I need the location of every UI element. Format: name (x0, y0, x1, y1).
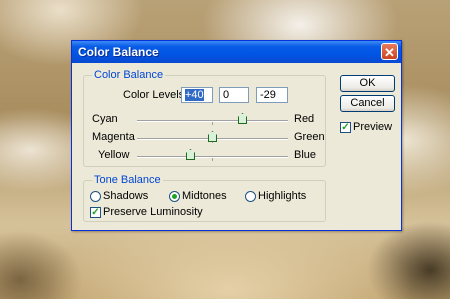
color-balance-group: Color Balance Color Levels: +40 0 -29 Cy… (83, 69, 326, 167)
cancel-button[interactable]: Cancel (340, 95, 395, 112)
preserve-luminosity-label[interactable]: Preserve Luminosity (103, 206, 203, 218)
highlights-radio[interactable] (245, 191, 256, 202)
check-icon: ✓ (341, 122, 350, 133)
red-label: Red (294, 113, 315, 125)
yellow-label: Yellow (98, 149, 130, 161)
title-bar[interactable]: Color Balance ✕ (72, 41, 401, 63)
cyan-red-center-tick (212, 122, 213, 125)
tone-balance-group: Tone Balance Shadows Midtones Highlights… (83, 174, 326, 222)
green-label: Green (294, 131, 325, 143)
cyan-red-slider-thumb[interactable] (238, 113, 247, 124)
preview-label[interactable]: Preview (353, 121, 392, 133)
shadows-label[interactable]: Shadows (103, 190, 148, 202)
cyan-label: Cyan (92, 113, 118, 125)
ok-button[interactable]: OK (340, 75, 395, 92)
yellow-blue-slider-thumb[interactable] (186, 149, 195, 160)
check-icon: ✓ (91, 207, 100, 218)
magenta-label: Magenta (92, 131, 135, 143)
close-button[interactable]: ✕ (381, 43, 398, 60)
dialog-title: Color Balance (78, 45, 159, 59)
magenta-green-slider-thumb[interactable] (208, 131, 217, 142)
preserve-luminosity-checkbox[interactable]: ✓ (90, 207, 101, 218)
level-magenta-green-field[interactable]: 0 (219, 87, 249, 103)
yellow-blue-center-tick (212, 158, 213, 161)
midtones-radio[interactable] (169, 191, 180, 202)
highlights-label[interactable]: Highlights (258, 190, 306, 202)
color-levels-label: Color Levels: (123, 89, 188, 101)
midtones-label[interactable]: Midtones (182, 190, 227, 202)
level-cyan-red-field[interactable]: +40 (181, 87, 213, 103)
color-balance-legend: Color Balance (92, 69, 166, 81)
level-yellow-blue-field[interactable]: -29 (256, 87, 288, 103)
color-balance-dialog: Color Balance ✕ Color Balance Color Leve… (71, 40, 402, 231)
tone-balance-legend: Tone Balance (92, 174, 163, 186)
preview-checkbox[interactable]: ✓ (340, 122, 351, 133)
close-icon: ✕ (384, 45, 395, 60)
blue-label: Blue (294, 149, 317, 161)
shadows-radio[interactable] (90, 191, 101, 202)
